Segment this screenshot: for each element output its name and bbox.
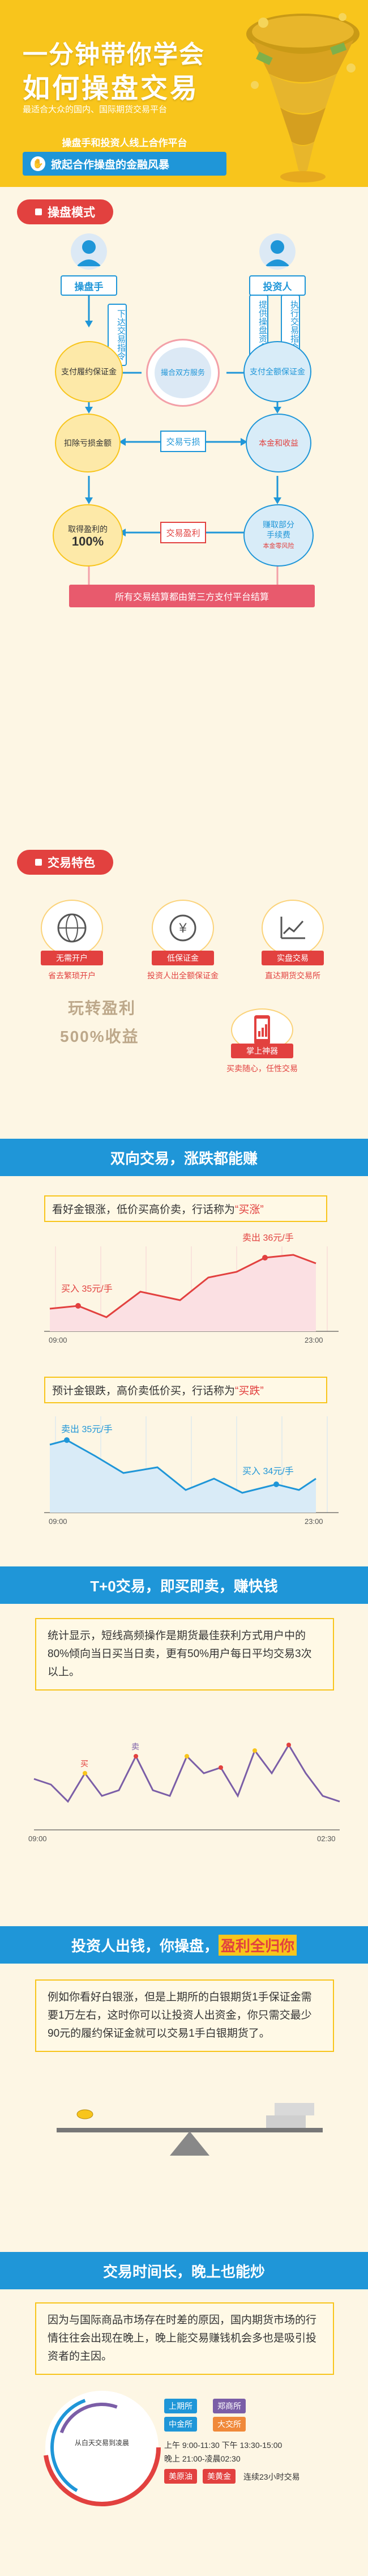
twoway-banner: 双向交易，涨跌都能赚 bbox=[0, 1139, 368, 1176]
quote-buy-down: 预计金银跌，高价卖低价买，行话称为“买跌” bbox=[44, 1377, 327, 1403]
feature-tag-1: 无需开户 bbox=[41, 951, 103, 965]
growth-chart-icon bbox=[262, 900, 324, 956]
exchange-tag-3: 中金所 bbox=[164, 2417, 197, 2432]
square-bullet-icon bbox=[35, 859, 42, 866]
exchange-tag-1: 上期所 bbox=[164, 2399, 197, 2413]
feature-tag-3: 实盘交易 bbox=[262, 951, 324, 965]
t0-paragraph: 统计显示，短线高频操作是期货最佳获利方式用户中的80%倾向当日买当日卖，更有50… bbox=[35, 1618, 334, 1691]
handshake-icon: ✋ bbox=[31, 156, 45, 171]
investor-label: 投资人 bbox=[249, 275, 306, 296]
time-line-2: 晚上 21:00-凌晨02:30 bbox=[164, 2454, 241, 2463]
phone-desc: 买卖随心，任性交易 bbox=[226, 1064, 298, 1073]
feature-tag-2: 低保证金 bbox=[152, 951, 214, 965]
page: 一分钟带你学会 如何操盘交易 最适合大众的国内、国际期货交易平台 操盘手和投资人… bbox=[0, 0, 368, 2576]
trade-loss-box: 交易亏损 bbox=[160, 431, 206, 452]
trader-margin-circle: 支付履约保证金 bbox=[55, 341, 123, 402]
exchange-tag-6: 美黄金 bbox=[203, 2469, 236, 2484]
flow-arrows bbox=[85, 290, 281, 585]
seesaw-illustration bbox=[57, 2103, 323, 2156]
feature-desc-2: 投资人出全额保证金 bbox=[147, 971, 219, 980]
hero-subtitle: 最适合大众的国内、国际期货交易平台 bbox=[23, 105, 168, 114]
trade-profit-box: 交易盈利 bbox=[160, 522, 206, 543]
hero-ribbon: ✋ 掀起合作操盘的金融风暴 bbox=[23, 152, 226, 176]
fee-circle-line2: 手续费 bbox=[267, 530, 290, 539]
hours-paragraph: 因为与国际商品市场存在时差的原因，国内期货市场的行情往往会出现在晚上，晚上能交易… bbox=[35, 2302, 334, 2375]
quote-buy-up: 看好金银涨，低价买高价卖，行话称为“买涨” bbox=[44, 1195, 327, 1222]
feature-desc-3: 直达期货交易所 bbox=[265, 971, 320, 980]
buy-price-label: 买入 35元/手 bbox=[61, 1284, 113, 1294]
t0-banner: T+0交易，即买即卖，赚快钱 bbox=[0, 1566, 368, 1604]
time-line-3: 连续23小时交易 bbox=[243, 2472, 300, 2481]
time-end-2: 23:00 bbox=[305, 1517, 323, 1526]
features-section: 交易特色 无需开户 省去繁琐开户 ¥ 低保证金 投资人出全额保证金 实盘交易 直… bbox=[0, 850, 368, 1088]
invest-paragraph: 例如你看好白银涨，但是上期所的白银期货1手保证金需要1万左右，这时你可以让投资人… bbox=[35, 1979, 334, 2052]
investor-margin-circle: 支付全额保证金 bbox=[243, 341, 311, 402]
t0-buy-label: 买 bbox=[80, 1759, 88, 1768]
profit-circle-line1: 取得盈利的 bbox=[68, 525, 108, 534]
matching-service-text: 撮合双方服务 bbox=[155, 347, 211, 398]
deduct-loss-circle: 扣除亏损金额 bbox=[55, 414, 121, 472]
phone-tag: 掌上神器 bbox=[231, 1044, 293, 1058]
quote-buy-up-text: 看好金银涨，低价买高价卖，行话称为 bbox=[52, 1204, 236, 1216]
t0-chart: 买 卖 09:00 02:30 bbox=[28, 1742, 340, 1843]
quote-buy-down-text: 预计金银跌，高价卖低价买，行话称为 bbox=[52, 1385, 236, 1397]
exchange-tag-2: 郑商所 bbox=[213, 2399, 246, 2413]
hero-ribbon-text: 掀起合作操盘的金融风暴 bbox=[51, 159, 170, 171]
sell-price-label-2: 卖出 35元/手 bbox=[61, 1424, 113, 1434]
phone-icon bbox=[254, 1015, 270, 1045]
quote-buy-down-highlight: “买跌” bbox=[235, 1385, 264, 1397]
trader-label: 操盘手 bbox=[61, 275, 117, 296]
time-start-2: 09:00 bbox=[49, 1517, 67, 1526]
yen-coin-icon: ¥ bbox=[152, 900, 214, 956]
sell-price-label: 卖出 36元/手 bbox=[242, 1233, 294, 1243]
profit-circle-line2: 100% bbox=[71, 534, 104, 548]
big-text-1: 玩转盈利 bbox=[68, 999, 136, 1017]
fee-circle: 赚取部分 手续费 本金零风险 bbox=[243, 504, 314, 567]
svg-text:¥: ¥ bbox=[178, 921, 187, 936]
settlement-bar: 所有交易结算都由第三方支付平台结算 bbox=[69, 585, 315, 607]
hero-banner: 一分钟带你学会 如何操盘交易 最适合大众的国内、国际期货交易平台 操盘手和投资人… bbox=[0, 0, 368, 187]
section-header-features: 交易特色 bbox=[17, 850, 113, 875]
hours-banner: 交易时间长，晚上也能炒 bbox=[0, 2252, 368, 2289]
feature-desc-1: 省去繁琐开户 bbox=[48, 971, 96, 980]
principal-income-circle: 本金和收益 bbox=[246, 414, 311, 472]
exchange-tag-5: 美原油 bbox=[164, 2469, 197, 2484]
hero-tagline: 操盘手和投资人线上合作平台 bbox=[62, 138, 187, 148]
time-start: 09:00 bbox=[49, 1336, 67, 1344]
matching-service-circle: 撮合双方服务 bbox=[146, 339, 220, 407]
quote-buy-up-highlight: “买涨” bbox=[235, 1204, 264, 1216]
fall-chart: 卖出 35元/手 买入 34元/手 09:00 23:00 bbox=[44, 1416, 339, 1526]
section-header-text: 交易特色 bbox=[48, 857, 95, 870]
hero-title-line1: 一分钟带你学会 bbox=[23, 41, 205, 69]
exchange-tag-4: 大交所 bbox=[213, 2417, 246, 2432]
t0-sell-label: 卖 bbox=[131, 1742, 139, 1751]
invest-banner-text: 投资人出钱，你操盘， bbox=[71, 1937, 219, 1955]
money-tornado-icon bbox=[246, 13, 360, 182]
hero-title-line2: 如何操盘交易 bbox=[23, 74, 200, 104]
time-line-1: 上午 9:00-11:30 下午 13:30-15:00 bbox=[164, 2441, 283, 2450]
fee-circle-line1: 赚取部分 bbox=[263, 520, 294, 529]
trader-avatar-icon bbox=[71, 233, 107, 270]
profit-circle: 取得盈利的 100% bbox=[53, 504, 123, 567]
globe-icon bbox=[41, 900, 103, 956]
rise-chart: 买入 35元/手 卖出 36元/手 09:00 23:00 bbox=[44, 1233, 339, 1344]
t0-time-start: 09:00 bbox=[28, 1834, 47, 1843]
buy-price-label-2: 买入 34元/手 bbox=[242, 1466, 294, 1476]
invest-banner-highlight: 盈利全归你 bbox=[219, 1934, 297, 1956]
clock-icon: 从白天交易到凌晨 bbox=[43, 2388, 161, 2506]
fee-circle-sub: 本金零风险 bbox=[263, 543, 294, 550]
t0-time-end: 02:30 bbox=[317, 1834, 336, 1843]
investor-avatar-icon bbox=[259, 233, 296, 270]
trading-mode-section: 操盘模式 操盘手 投资人 下达交易指令 提供操盘资金 执行交易指令 支付履约保证… bbox=[0, 193, 368, 821]
clock-center-text: 从白天交易到凌晨 bbox=[75, 2438, 129, 2447]
invest-banner: 投资人出钱，你操盘， 盈利全归你 bbox=[0, 1926, 368, 1964]
big-text-2: 500%收益 bbox=[60, 1028, 139, 1045]
time-end: 23:00 bbox=[305, 1336, 323, 1344]
